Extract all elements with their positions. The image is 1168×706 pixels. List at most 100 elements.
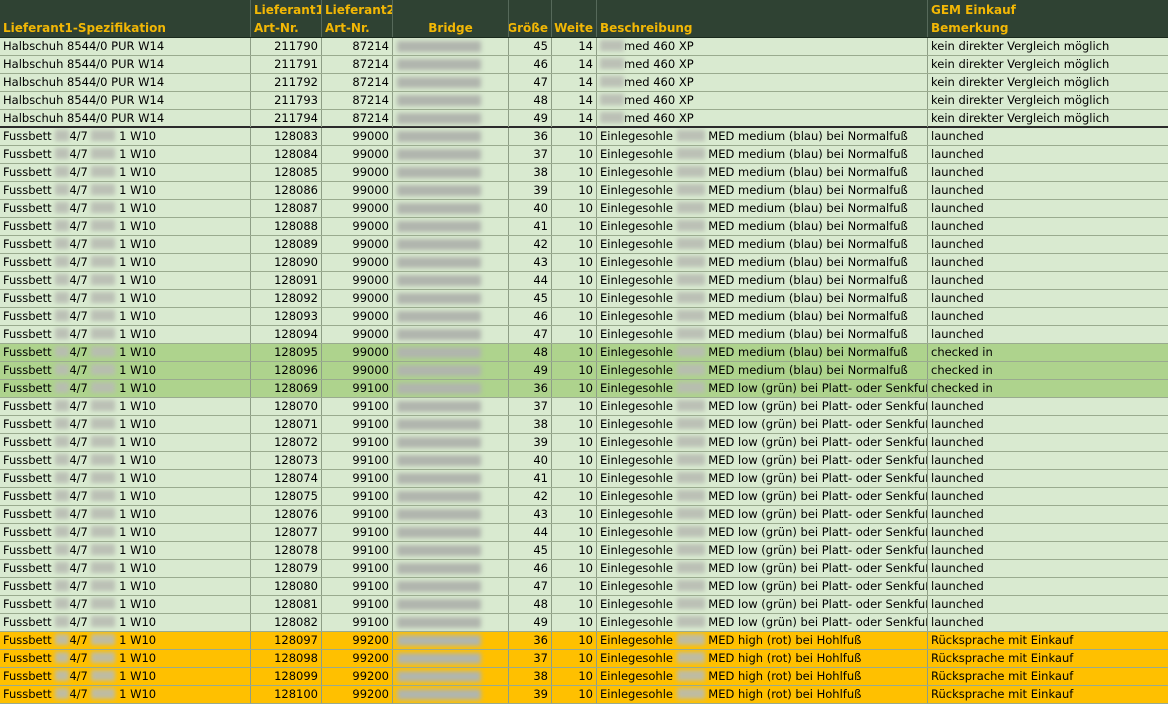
cell-desc[interactable]: med 460 XP — [597, 110, 928, 127]
cell-art2[interactable]: 99000 — [322, 128, 393, 145]
table-row[interactable]: Fussbett 4/7 1 W10 128091 99000 44 10 Einlege… — [0, 272, 1168, 290]
cell-width[interactable]: 10 — [552, 650, 597, 667]
cell-size[interactable]: 36 — [509, 380, 552, 397]
cell-bridge[interactable] — [393, 272, 509, 289]
cell-width[interactable]: 10 — [552, 434, 597, 451]
table-row[interactable]: Fussbett 4/7 1 W10 128098 99200 37 10 Einlege… — [0, 650, 1168, 668]
cell-bridge[interactable] — [393, 128, 509, 145]
cell-bridge[interactable] — [393, 686, 509, 703]
cell-desc[interactable]: med 460 XP — [597, 56, 928, 73]
cell-spec[interactable]: Fussbett 4/7 1 W10 — [0, 164, 251, 181]
cell-desc[interactable]: Einlegesohle MED high (rot) bei Hohlfuß — [597, 668, 928, 685]
cell-bridge[interactable] — [393, 380, 509, 397]
cell-art2[interactable]: 99200 — [322, 650, 393, 667]
cell-art1[interactable]: 128090 — [251, 254, 322, 271]
cell-width[interactable]: 10 — [552, 560, 597, 577]
cell-remark[interactable]: kein direkter Vergleich möglich — [928, 38, 1168, 55]
cell-width[interactable]: 10 — [552, 542, 597, 559]
cell-desc[interactable]: med 460 XP — [597, 74, 928, 91]
cell-size[interactable]: 48 — [509, 596, 552, 613]
cell-width[interactable]: 10 — [552, 596, 597, 613]
cell-spec[interactable]: Fussbett 4/7 1 W10 — [0, 218, 251, 235]
table-row[interactable]: Fussbett 4/7 1 W10 128087 99000 40 10 Einlege… — [0, 200, 1168, 218]
cell-art2[interactable]: 99200 — [322, 686, 393, 703]
cell-art2[interactable]: 99100 — [322, 614, 393, 631]
cell-spec[interactable]: Fussbett 4/7 1 W10 — [0, 686, 251, 703]
table-row[interactable]: Fussbett 4/7 1 W10 128082 99100 49 10 Einlege… — [0, 614, 1168, 632]
cell-spec[interactable]: Halbschuh 8544/0 PUR W14 — [0, 38, 251, 55]
cell-bridge[interactable] — [393, 74, 509, 91]
cell-bridge[interactable] — [393, 164, 509, 181]
cell-desc[interactable]: Einlegesohle MED medium (blau) bei Norma… — [597, 218, 928, 235]
cell-width[interactable]: 10 — [552, 686, 597, 703]
table-row[interactable]: Fussbett 4/7 1 W10 128081 99100 48 10 Einlege… — [0, 596, 1168, 614]
cell-art2[interactable]: 99000 — [322, 164, 393, 181]
table-row[interactable]: Fussbett 4/7 1 W10 128071 99100 38 10 Einlege… — [0, 416, 1168, 434]
cell-spec[interactable]: Fussbett 4/7 1 W10 — [0, 200, 251, 217]
cell-size[interactable]: 36 — [509, 128, 552, 145]
cell-width[interactable]: 10 — [552, 326, 597, 343]
cell-remark[interactable]: launched — [928, 614, 1168, 631]
cell-spec[interactable]: Fussbett 4/7 1 W10 — [0, 254, 251, 271]
cell-desc[interactable]: Einlegesohle MED medium (blau) bei Norma… — [597, 236, 928, 253]
table-row[interactable]: Fussbett 4/7 1 W10 128099 99200 38 10 Einlege… — [0, 668, 1168, 686]
cell-width[interactable]: 10 — [552, 272, 597, 289]
cell-size[interactable]: 39 — [509, 434, 552, 451]
cell-spec[interactable]: Halbschuh 8544/0 PUR W14 — [0, 110, 251, 127]
cell-spec[interactable]: Fussbett 4/7 1 W10 — [0, 308, 251, 325]
cell-size[interactable]: 44 — [509, 272, 552, 289]
cell-bridge[interactable] — [393, 434, 509, 451]
cell-art2[interactable]: 87214 — [322, 38, 393, 55]
cell-spec[interactable]: Fussbett 4/7 1 W10 — [0, 560, 251, 577]
cell-spec[interactable]: Fussbett 4/7 1 W10 — [0, 326, 251, 343]
cell-bridge[interactable] — [393, 488, 509, 505]
table-row[interactable]: Fussbett 4/7 1 W10 128096 99000 49 10 Einlege… — [0, 362, 1168, 380]
cell-bridge[interactable] — [393, 344, 509, 361]
cell-art2[interactable]: 99000 — [322, 236, 393, 253]
cell-desc[interactable]: med 460 XP — [597, 38, 928, 55]
cell-bridge[interactable] — [393, 632, 509, 649]
cell-bridge[interactable] — [393, 56, 509, 73]
cell-art2[interactable]: 99100 — [322, 434, 393, 451]
cell-art1[interactable]: 128071 — [251, 416, 322, 433]
cell-art1[interactable]: 128072 — [251, 434, 322, 451]
cell-remark[interactable]: Rücksprache mit Einkauf — [928, 686, 1168, 703]
cell-art1[interactable]: 128077 — [251, 524, 322, 541]
cell-art1[interactable]: 128100 — [251, 686, 322, 703]
cell-size[interactable]: 39 — [509, 686, 552, 703]
cell-width[interactable]: 10 — [552, 632, 597, 649]
cell-art2[interactable]: 87214 — [322, 56, 393, 73]
cell-remark[interactable]: launched — [928, 182, 1168, 199]
cell-art2[interactable]: 99100 — [322, 542, 393, 559]
cell-bridge[interactable] — [393, 560, 509, 577]
cell-size[interactable]: 44 — [509, 524, 552, 541]
cell-size[interactable]: 40 — [509, 200, 552, 217]
cell-art1[interactable]: 128093 — [251, 308, 322, 325]
cell-size[interactable]: 41 — [509, 218, 552, 235]
cell-desc[interactable]: Einlegesohle MED medium (blau) bei Norma… — [597, 362, 928, 379]
cell-remark[interactable]: launched — [928, 434, 1168, 451]
header-art2[interactable]: Lieferant2- Art-Nr. — [322, 0, 393, 37]
cell-art2[interactable]: 99100 — [322, 470, 393, 487]
cell-art1[interactable]: 128075 — [251, 488, 322, 505]
cell-size[interactable]: 49 — [509, 614, 552, 631]
cell-width[interactable]: 10 — [552, 290, 597, 307]
cell-size[interactable]: 46 — [509, 560, 552, 577]
cell-width[interactable]: 10 — [552, 506, 597, 523]
cell-art2[interactable]: 99000 — [322, 272, 393, 289]
cell-spec[interactable]: Fussbett 4/7 1 W10 — [0, 182, 251, 199]
cell-art2[interactable]: 99100 — [322, 380, 393, 397]
cell-width[interactable]: 10 — [552, 182, 597, 199]
header-remark[interactable]: GEM Einkauf Bemerkung — [928, 0, 1168, 37]
cell-desc[interactable]: Einlegesohle MED medium (blau) bei Norma… — [597, 200, 928, 217]
cell-width[interactable]: 10 — [552, 200, 597, 217]
cell-size[interactable]: 40 — [509, 452, 552, 469]
cell-desc[interactable]: Einlegesohle MED low (grün) bei Platt- o… — [597, 380, 928, 397]
cell-width[interactable]: 10 — [552, 488, 597, 505]
cell-width[interactable]: 10 — [552, 398, 597, 415]
cell-bridge[interactable] — [393, 578, 509, 595]
cell-remark[interactable]: launched — [928, 596, 1168, 613]
cell-width[interactable]: 10 — [552, 380, 597, 397]
table-row[interactable]: Fussbett 4/7 1 W10 128080 99100 47 10 Einlege… — [0, 578, 1168, 596]
cell-bridge[interactable] — [393, 92, 509, 109]
